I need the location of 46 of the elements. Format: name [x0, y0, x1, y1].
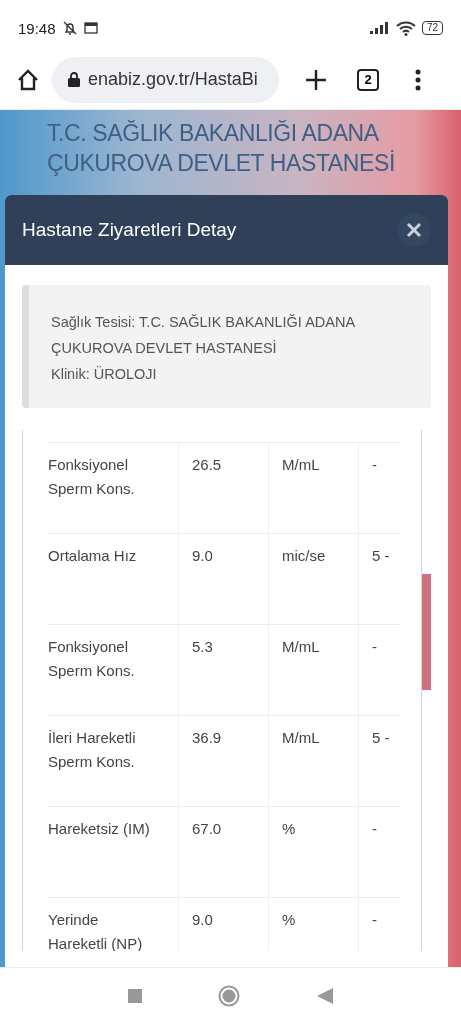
table-cell: - — [358, 898, 400, 951]
table-cell: mic/se — [268, 534, 358, 624]
table-cell: % — [268, 807, 358, 897]
table-cell: 5 - — [358, 534, 400, 624]
table-cell: 36.9 — [178, 716, 268, 806]
signal-icon — [369, 22, 390, 34]
table-cell: 5 - — [358, 716, 400, 806]
table-cell: 26.5 — [178, 443, 268, 533]
hospital-title: T.C. SAĞLIK BAKANLIĞI ADANA — [47, 119, 380, 148]
table-cell-text: Ortalama Hız — [48, 546, 138, 566]
menu-icon[interactable] — [415, 68, 421, 91]
square-icon[interactable] — [128, 989, 143, 1003]
table-cell: 5.3 — [178, 625, 268, 715]
table-cell: - — [358, 625, 400, 715]
table-cell: 67.0 — [178, 807, 268, 897]
close-icon — [406, 222, 422, 238]
table-cell: % — [268, 898, 358, 951]
table-cell: M/mL — [268, 625, 358, 715]
hospital-title: ÇUKUROVA DEVLET HASTANESİ — [47, 149, 396, 178]
table-cell: 9.0 — [178, 898, 268, 951]
table-cell-text: Hareketsiz (IM) — [48, 819, 151, 839]
table-cell: - — [358, 807, 400, 897]
table-cell-text: Fonksiyonel Sperm Kons. — [48, 637, 136, 681]
back-icon[interactable] — [316, 988, 333, 1004]
scroll-thumb[interactable] — [422, 574, 431, 690]
lock-icon — [68, 72, 80, 87]
table-cell-text: Fonksiyonel Sperm Kons. — [48, 455, 136, 499]
table-cell: 9.0 — [178, 534, 268, 624]
address-bar[interactable]: enabiz.gov.tr/HastaBi — [52, 56, 279, 103]
table-cell-text: İleri Hareketli Sperm Kons. — [48, 728, 137, 772]
plus-icon[interactable] — [305, 68, 327, 91]
tab-count-button[interactable]: 2 — [357, 68, 379, 91]
wifi-icon — [395, 20, 416, 36]
table-cell: - — [358, 443, 400, 533]
battery-level: 72 — [421, 21, 443, 35]
bell-off-icon — [61, 20, 78, 36]
table-cell: M/mL — [268, 443, 358, 533]
close-button[interactable] — [397, 213, 431, 247]
info-text: Klinik: ÜROLOJI — [51, 365, 158, 384]
home-circle-icon[interactable] — [218, 985, 241, 1007]
info-text: Sağlık Tesisi: T.C. SAĞLIK BAKANLIĞI ADANA ÇUKUROVA DEVLET HASTANESİ — [51, 313, 356, 358]
modal-title: Hastane Ziyaretleri Detay — [22, 219, 237, 241]
clock-time: 19:48 — [18, 19, 56, 37]
table-cell: M/mL — [268, 716, 358, 806]
home-icon[interactable] — [16, 67, 40, 92]
calendar-icon — [83, 22, 98, 34]
